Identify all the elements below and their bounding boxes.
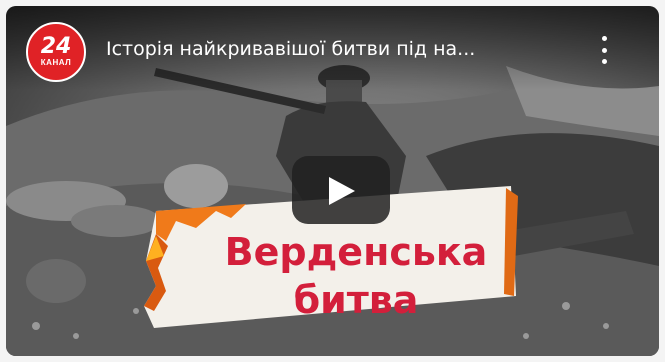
thumbnail-caption-line1: Верденська <box>224 230 488 274</box>
video-title[interactable]: Історія найкривавішої битви під на... <box>106 38 576 60</box>
channel-logo-number: 24 <box>40 34 72 59</box>
channel-logo-label: КАНАЛ <box>40 58 72 67</box>
video-player[interactable]: 24 КАНАЛ Історія найкривавішої битви під… <box>6 6 659 356</box>
more-vert-icon[interactable] <box>596 36 612 64</box>
play-icon <box>329 177 355 205</box>
thumbnail-caption: Верденська битва <box>206 228 506 324</box>
channel-logo[interactable]: 24 КАНАЛ <box>26 22 86 82</box>
play-button[interactable] <box>292 156 390 224</box>
thumbnail-caption-line2: битва <box>293 278 419 322</box>
